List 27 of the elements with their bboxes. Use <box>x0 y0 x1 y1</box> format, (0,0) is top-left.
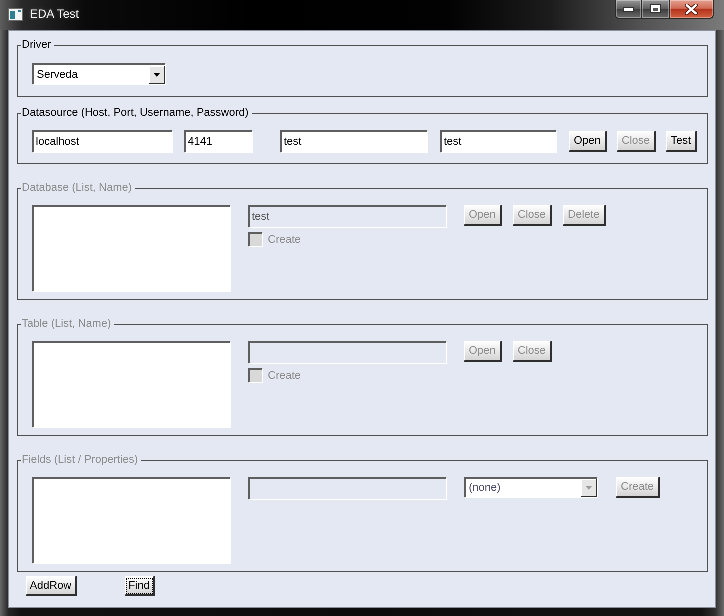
close-button[interactable] <box>670 0 714 19</box>
app-window-icon <box>8 8 23 21</box>
list-box[interactable] <box>32 341 231 428</box>
window-title: EDA Test <box>30 7 80 21</box>
action-button[interactable]: AddRow <box>26 576 77 596</box>
group-label: Driver <box>21 39 52 52</box>
action-button[interactable]: Open <box>569 131 607 152</box>
action-button[interactable]: Test <box>666 131 698 152</box>
dropdown-arrow-icon <box>149 66 165 84</box>
text-field[interactable]: 4141 <box>184 130 253 153</box>
list-box[interactable] <box>32 205 231 292</box>
group-label: Fields (List / Properties) <box>21 454 140 467</box>
text-field[interactable]: test <box>280 130 428 153</box>
text-field[interactable]: localhost <box>32 130 173 153</box>
text-field[interactable]: test <box>440 130 557 153</box>
action-button[interactable]: Find <box>124 576 155 596</box>
dropdown-arrow-icon <box>581 479 597 497</box>
maximize-icon <box>650 4 662 14</box>
list-box[interactable] <box>32 477 231 564</box>
maximize-button[interactable] <box>642 0 670 19</box>
close-icon <box>685 4 698 14</box>
group-label: Database (List, Name) <box>21 182 134 195</box>
minimize-icon <box>623 6 634 12</box>
minimize-button[interactable] <box>615 0 642 19</box>
group-label: Table (List, Name) <box>21 318 112 331</box>
dropdown[interactable]: Serveda <box>32 63 166 85</box>
group-label: Datasource (Host, Port, Username, Password) <box>21 107 250 120</box>
